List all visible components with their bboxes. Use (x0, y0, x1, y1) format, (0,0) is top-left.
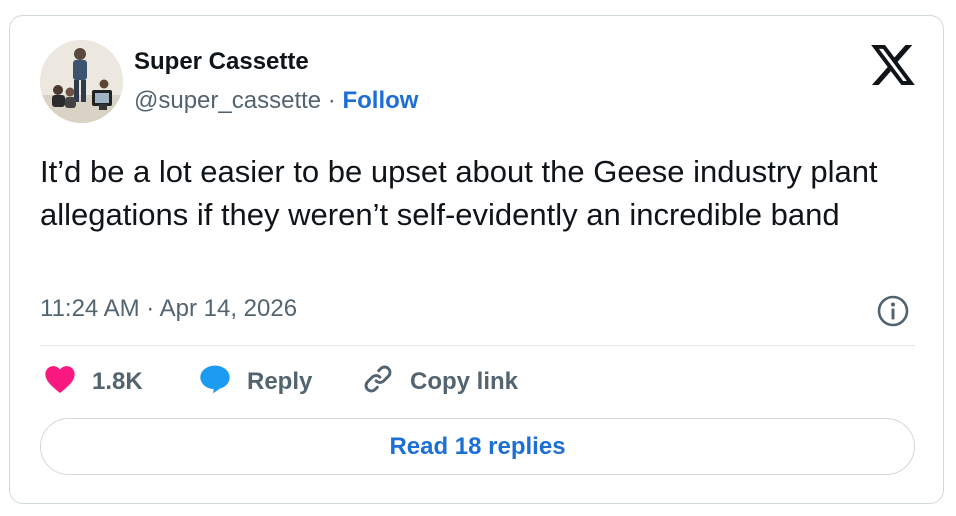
reply-label: Reply (247, 368, 313, 395)
tweet-embed-card: Super Cassette @super_cassette · Follow … (9, 15, 944, 504)
like-button[interactable]: 1.8K (44, 364, 143, 400)
reply-button[interactable]: Reply (199, 364, 312, 400)
user-handle[interactable]: @super_cassette (134, 87, 321, 114)
x-logo-icon[interactable] (871, 45, 915, 85)
heart-icon (44, 364, 76, 401)
info-icon[interactable] (876, 294, 910, 328)
link-icon (362, 363, 394, 402)
handle-line: @super_cassette · Follow (134, 87, 418, 115)
display-name[interactable]: Super Cassette (134, 48, 309, 76)
copy-link-label: Copy link (410, 368, 519, 395)
read-replies-label: Read 18 replies (389, 432, 566, 460)
tweet-text: It’d be a lot easier to be upset about t… (40, 154, 878, 232)
speech-bubble-icon (199, 364, 231, 401)
read-replies-button[interactable]: Read 18 replies (40, 418, 915, 475)
follow-link[interactable]: Follow (342, 87, 418, 114)
avatar-photo-icon (40, 40, 123, 123)
tweet-timestamp[interactable]: 11:24 AM · Apr 14, 2026 (40, 295, 297, 323)
handle-separator: · (321, 87, 343, 114)
divider (40, 345, 915, 346)
copy-link-button[interactable]: Copy link (362, 364, 518, 400)
avatar[interactable] (40, 40, 123, 123)
like-count: 1.8K (92, 368, 143, 395)
